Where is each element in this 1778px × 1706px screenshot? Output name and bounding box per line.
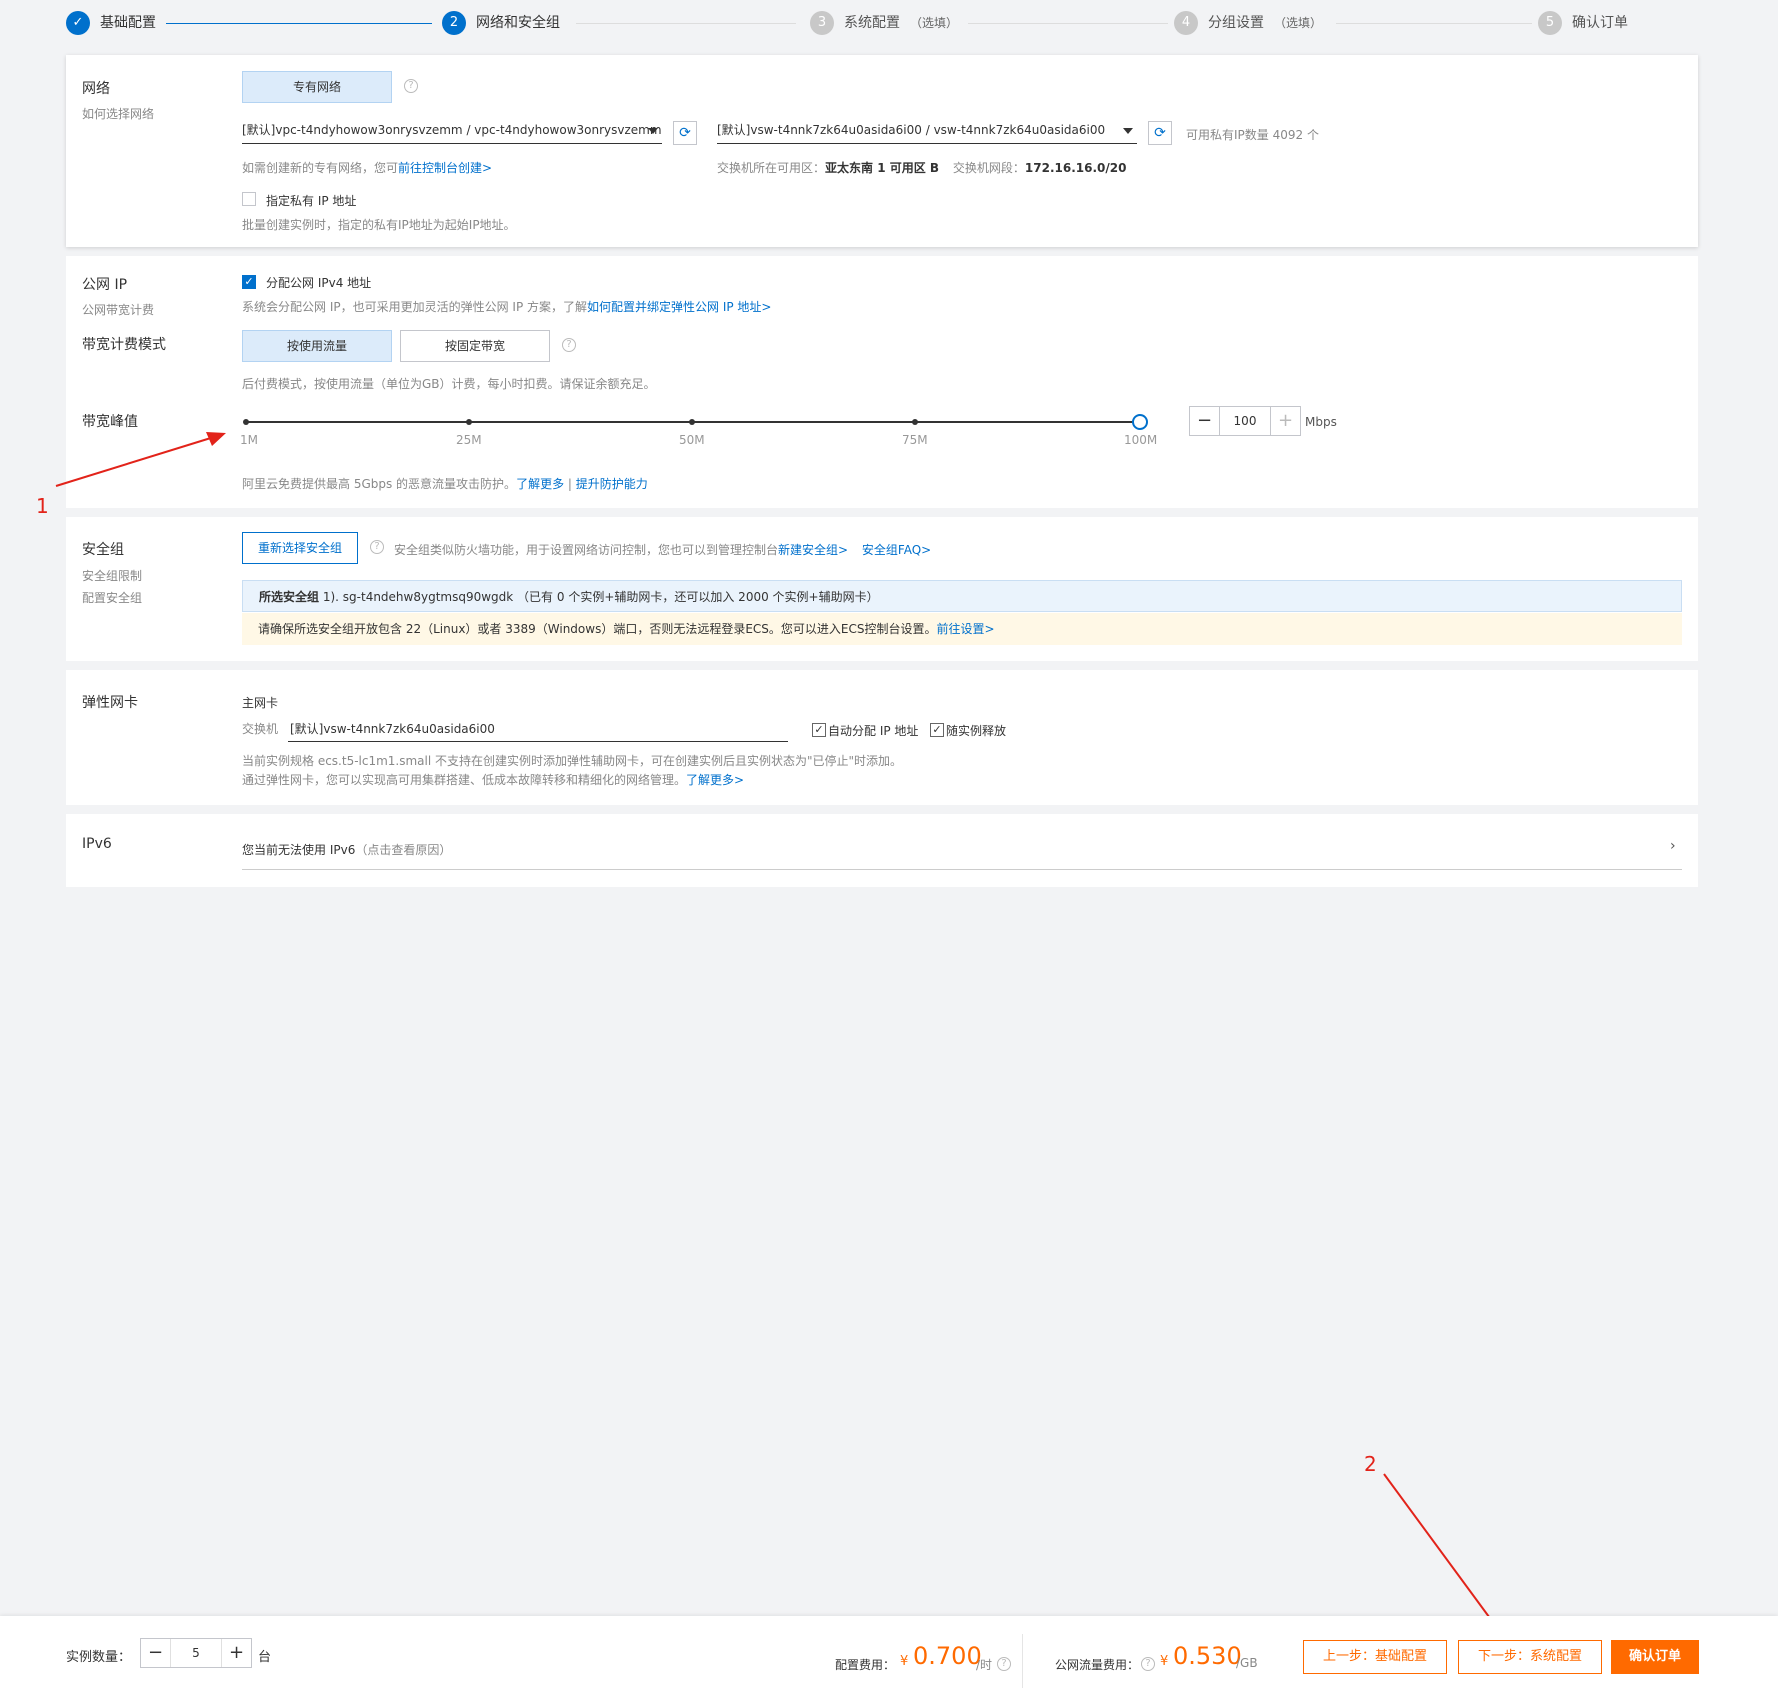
order-footer: 实例数量： − 5 + 台 配置费用： ¥ 0.700 /时 ? 公网流量费用：… bbox=[0, 1616, 1778, 1706]
instance-count-unit: 台 bbox=[258, 1650, 272, 1665]
annotation-label-2: 2 bbox=[1364, 1452, 1377, 1476]
help-icon[interactable]: ? bbox=[997, 1657, 1011, 1671]
instance-count-value[interactable]: 5 bbox=[171, 1639, 221, 1667]
traffic-fee-unit: /GB bbox=[1236, 1656, 1258, 1670]
confirm-order-button[interactable]: 确认订单 bbox=[1611, 1640, 1699, 1674]
plus-icon[interactable]: + bbox=[221, 1639, 251, 1667]
config-fee-currency: ¥ bbox=[900, 1654, 909, 1669]
minus-icon[interactable]: − bbox=[141, 1639, 171, 1667]
instance-count-label: 实例数量： bbox=[66, 1650, 132, 1665]
config-fee-unit: /时 bbox=[976, 1658, 993, 1672]
instance-count-stepper[interactable]: − 5 + bbox=[140, 1638, 252, 1668]
help-icon[interactable]: ? bbox=[1141, 1657, 1155, 1671]
traffic-fee-label: 公网流量费用： bbox=[1055, 1658, 1140, 1672]
annotation-arrows bbox=[55, 432, 1514, 1652]
fee-divider bbox=[1022, 1634, 1023, 1688]
arrow-head-icon bbox=[206, 432, 226, 446]
config-fee-value: 0.700 bbox=[913, 1642, 982, 1670]
next-step-button[interactable]: 下一步：系统配置 bbox=[1458, 1640, 1602, 1674]
config-fee-label: 配置费用： bbox=[835, 1658, 896, 1672]
annotation-label-1: 1 bbox=[36, 494, 49, 518]
annotation-arrow-1 bbox=[55, 436, 215, 487]
traffic-fee-value: 0.530 bbox=[1173, 1642, 1242, 1670]
prev-step-button[interactable]: 上一步：基础配置 bbox=[1303, 1640, 1447, 1674]
traffic-fee-currency: ¥ bbox=[1160, 1654, 1169, 1669]
